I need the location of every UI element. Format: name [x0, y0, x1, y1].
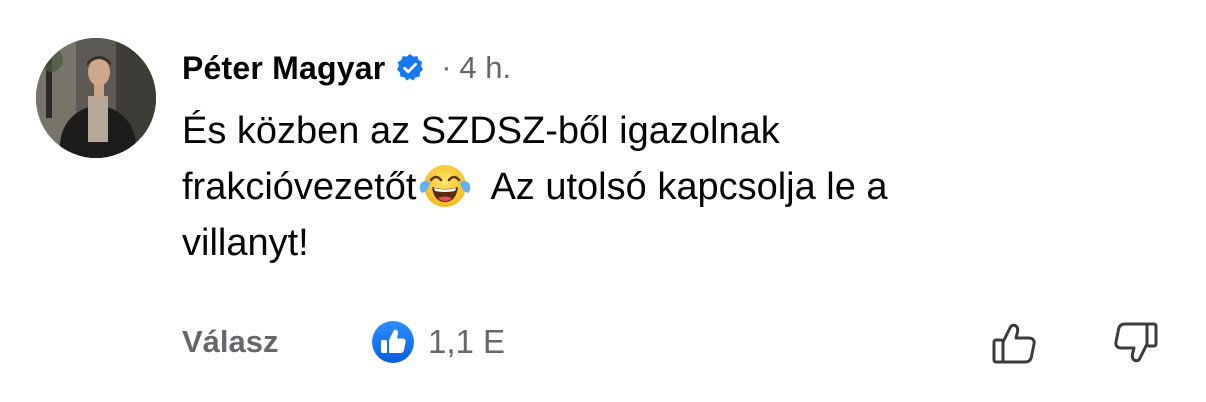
- thumbs-down-outline-icon[interactable]: [1110, 318, 1160, 368]
- avatar[interactable]: [36, 38, 156, 158]
- comment-actions: Válasz 1,1 E: [0, 318, 1206, 370]
- tears-of-joy-emoji-icon: [418, 161, 472, 211]
- verified-badge-icon: [395, 53, 425, 83]
- reaction-summary[interactable]: 1,1 E: [370, 319, 505, 365]
- comment-text-line-3: villanyt!: [182, 222, 309, 264]
- comment-text-line-2a: frakcióvezetőt: [182, 166, 417, 208]
- separator-dot: ·: [441, 51, 452, 84]
- reply-button[interactable]: Válasz: [182, 324, 279, 360]
- comment-text-line-2b: Az utolsó kapcsolja le a: [490, 166, 888, 208]
- author-name[interactable]: Péter Magyar: [182, 50, 385, 87]
- thumbs-up-outline-icon[interactable]: [990, 318, 1040, 368]
- comment-text-line-1: És közben az SZDSZ-ből igazolnak: [182, 110, 780, 152]
- comment-header: Péter Magyar · 4 h.: [182, 46, 511, 90]
- reaction-count: 1,1 E: [428, 323, 506, 360]
- comment-text: És közben az SZDSZ-ből igazolnak frakció…: [182, 103, 1062, 271]
- like-reaction-icon: [370, 319, 416, 365]
- timestamp[interactable]: 4 h.: [459, 50, 511, 86]
- comment: Péter Magyar · 4 h. És közben az SZDSZ-b…: [0, 0, 1206, 402]
